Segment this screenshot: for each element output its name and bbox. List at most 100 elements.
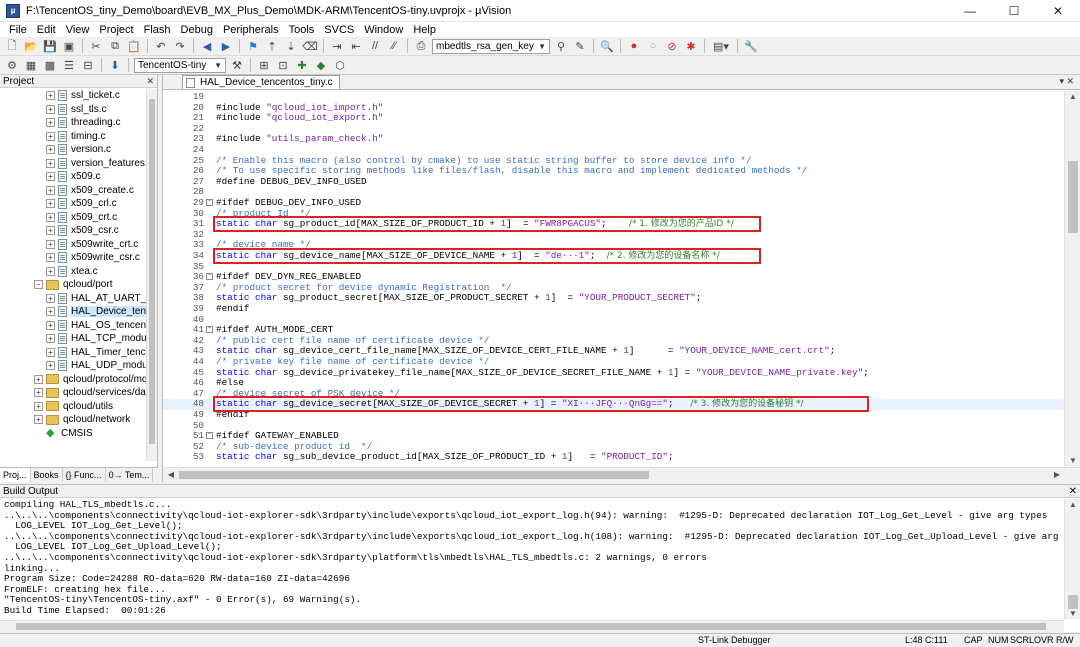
tab-menu-close-icon[interactable]: ▾ ✕	[1059, 76, 1074, 87]
tree-item[interactable]: + HAL_Device_tencent	[46, 305, 146, 319]
redo-icon[interactable]: ↷	[172, 39, 188, 54]
rte-icon[interactable]: ◆	[313, 58, 329, 73]
expand-icon[interactable]: +	[46, 212, 55, 222]
target-select[interactable]: TencentOS-tiny ▼	[134, 57, 226, 73]
tree-item[interactable]: + x509write_csr.c	[46, 251, 140, 265]
incremental-find-icon[interactable]: ✎	[572, 39, 588, 54]
tree-item[interactable]: + ssl_ticket.c	[46, 89, 120, 103]
new-file-icon[interactable]: 🗋	[4, 39, 20, 54]
clear-bookmarks-icon[interactable]: ⌫	[302, 39, 318, 54]
fold-collapse-icon[interactable]: -	[206, 273, 213, 281]
select-packs-icon[interactable]: ✚	[294, 58, 310, 73]
cut-icon[interactable]: ✂	[88, 39, 104, 54]
nav-back-icon[interactable]: ◀	[199, 39, 215, 54]
expand-icon[interactable]: +	[46, 307, 55, 317]
save-all-icon[interactable]: ▣	[61, 39, 77, 54]
menu-help[interactable]: Help	[408, 22, 441, 38]
expand-icon[interactable]: +	[34, 374, 43, 384]
find-in-files-icon[interactable]: ⎙	[413, 39, 429, 54]
menu-svcs[interactable]: SVCS	[319, 22, 359, 38]
bookmark-icon[interactable]: ⚑	[245, 39, 261, 54]
maximize-button[interactable]: ☐	[992, 0, 1036, 22]
tab-books[interactable]: Books	[31, 468, 63, 482]
find-combo[interactable]: mbedtls_rsa_gen_key ▼	[432, 38, 550, 54]
expand-icon[interactable]: +	[46, 131, 55, 141]
rebuild-icon[interactable]: ▩	[42, 58, 58, 73]
close-icon[interactable]: ✕	[1069, 486, 1077, 497]
tree-item[interactable]: + HAL_UDP_module.c	[46, 359, 146, 373]
paste-icon[interactable]: 📋	[126, 39, 142, 54]
pack-installer-icon[interactable]: ⬡	[332, 58, 348, 73]
tab-templates[interactable]: 0→ Tem...	[106, 468, 154, 482]
expand-icon[interactable]: +	[46, 118, 55, 128]
expand-icon[interactable]: +	[34, 415, 43, 425]
editor-vertical-scrollbar[interactable]: ▲ ▼	[1064, 91, 1080, 466]
expand-icon[interactable]: +	[46, 361, 55, 371]
build-vertical-scrollbar[interactable]: ▲ ▼	[1064, 499, 1080, 619]
scrollbar-thumb[interactable]	[1068, 161, 1078, 233]
expand-icon[interactable]: +	[46, 145, 55, 155]
expand-icon[interactable]: +	[46, 104, 55, 114]
kill-breakpoints-icon[interactable]: ⊘	[664, 39, 680, 54]
prev-bookmark-icon[interactable]: ⇡	[264, 39, 280, 54]
close-button[interactable]: ✕	[1036, 0, 1080, 22]
tree-item[interactable]: + threading.c	[46, 116, 120, 130]
expand-icon[interactable]: +	[46, 293, 55, 303]
expand-icon[interactable]: +	[46, 266, 55, 276]
fold-collapse-icon[interactable]: -	[206, 432, 213, 440]
kill-all-breakpoints-icon[interactable]: ✱	[683, 39, 699, 54]
next-bookmark-icon[interactable]: ⇣	[283, 39, 299, 54]
scrollbar-thumb[interactable]	[1068, 595, 1078, 609]
unindent-icon[interactable]: ⇤	[348, 39, 364, 54]
expand-icon[interactable]: +	[46, 226, 55, 236]
copy-icon[interactable]: ⧉	[107, 39, 123, 54]
code-line[interactable]: 23 #include "utils_param_check.h"	[163, 134, 1065, 145]
debug-session-icon[interactable]: 🔍	[599, 39, 615, 54]
tab-functions[interactable]: {} Func...	[63, 468, 106, 482]
tree-item[interactable]: + version_features.c	[46, 157, 146, 171]
uncomment-icon[interactable]: ⁄⁄	[386, 39, 402, 54]
tree-item[interactable]: + ssl_tls.c	[46, 103, 107, 117]
code-text-area[interactable]: 19 20 #include "qcloud_iot_import.h" 21 #inc…	[163, 91, 1065, 467]
expand-icon[interactable]: +	[34, 401, 43, 411]
comment-icon[interactable]: //	[367, 39, 383, 54]
translate-icon[interactable]: ⚙	[4, 58, 20, 73]
scroll-up-icon[interactable]: ▲	[1066, 92, 1080, 101]
menu-project[interactable]: Project	[94, 22, 138, 38]
tree-item[interactable]: + xtea.c	[46, 265, 98, 279]
expand-icon[interactable]: +	[46, 158, 55, 168]
menu-flash[interactable]: Flash	[139, 22, 176, 38]
tree-item[interactable]: + x509_crl.c	[46, 197, 117, 211]
expand-icon[interactable]: +	[46, 347, 55, 357]
nav-forward-icon[interactable]: ▶	[218, 39, 234, 54]
download-icon[interactable]: ⬇	[107, 58, 123, 73]
tree-item[interactable]: + HAL_TCP_module.c	[46, 332, 146, 346]
tree-item[interactable]: + qcloud/utils	[34, 400, 113, 414]
find-icon[interactable]: ⚲	[553, 39, 569, 54]
expand-icon[interactable]: +	[46, 320, 55, 330]
tab-hal-device-file[interactable]: HAL_Device_tencentos_tiny.c	[182, 75, 340, 89]
collapse-icon[interactable]: −	[34, 280, 43, 290]
undo-icon[interactable]: ↶	[153, 39, 169, 54]
menu-peripherals[interactable]: Peripherals	[218, 22, 284, 38]
code-line[interactable]: 21 #include "qcloud_iot_export.h"	[163, 112, 1065, 124]
menu-view[interactable]: View	[61, 22, 95, 38]
tree-item[interactable]: + qcloud/services/data_te	[34, 386, 146, 400]
tree-item[interactable]: + HAL_OS_tencentos_t	[46, 319, 146, 333]
expand-icon[interactable]: +	[46, 334, 55, 344]
code-line[interactable]: 39 #endif	[163, 303, 1065, 315]
configure-icon[interactable]: 🔧	[743, 39, 759, 54]
build-icon[interactable]: ▦	[23, 58, 39, 73]
tree-item[interactable]: + HAL_Timer_tencento	[46, 346, 146, 360]
tree-item[interactable]: + HAL_AT_UART_tence	[46, 292, 146, 306]
tree-item[interactable]: + qcloud/network	[34, 413, 130, 427]
tree-item[interactable]: + timing.c	[46, 130, 105, 144]
file-extensions-icon[interactable]: ⊞	[256, 58, 272, 73]
tree-item[interactable]: + version.c	[46, 143, 111, 157]
code-line[interactable]: 27 #define DEBUG_DEV_INFO_USED	[163, 176, 1065, 188]
expand-icon[interactable]: +	[46, 91, 55, 101]
build-horizontal-scrollbar[interactable]	[0, 620, 1064, 632]
scroll-down-icon[interactable]: ▼	[1066, 456, 1080, 465]
manage-components-icon[interactable]: ⊡	[275, 58, 291, 73]
tab-project[interactable]: Proj...	[0, 468, 31, 482]
